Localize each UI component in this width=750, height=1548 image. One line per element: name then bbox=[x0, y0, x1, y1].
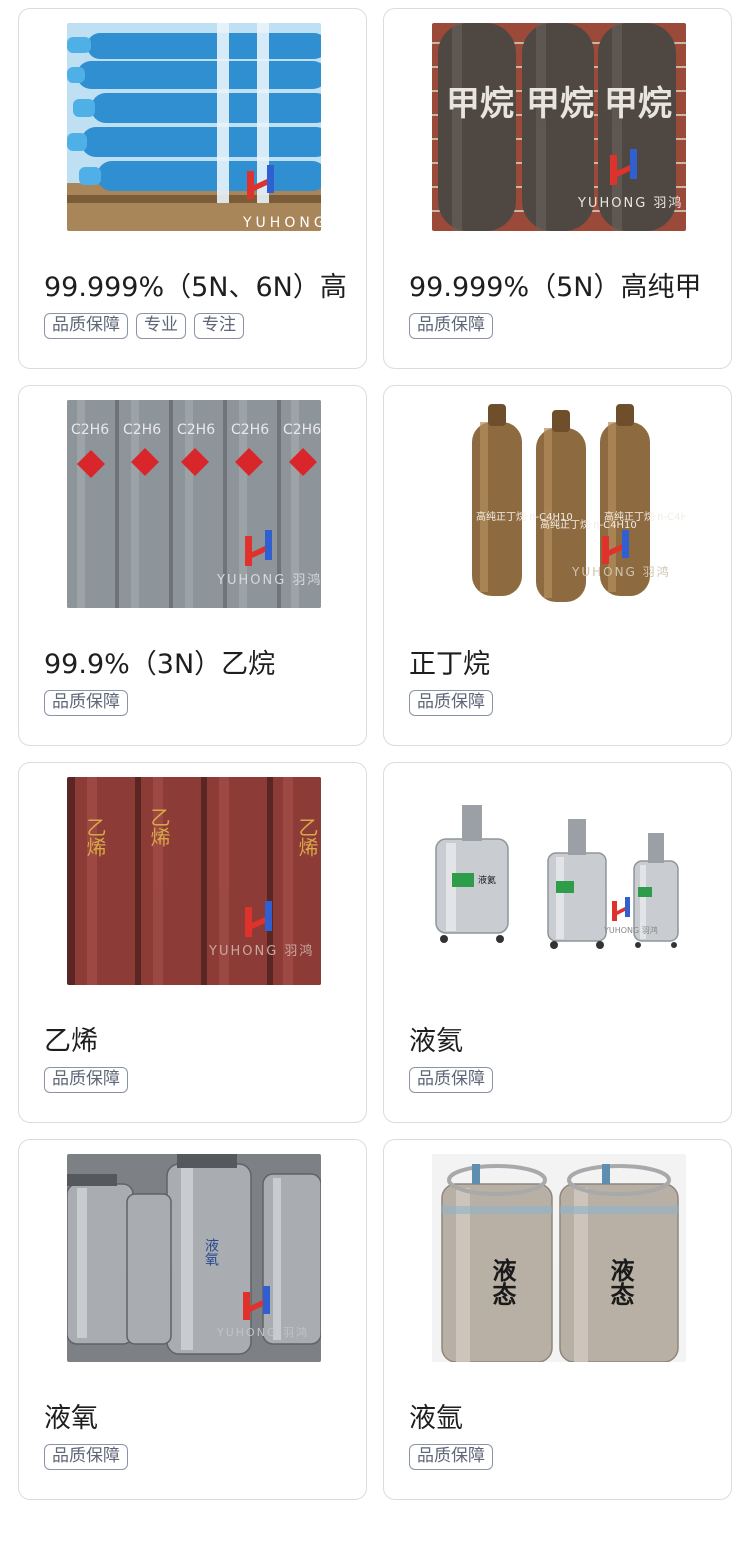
svg-text:甲烷: 甲烷 bbox=[604, 84, 672, 124]
quality-tag: 品质保障 bbox=[44, 313, 128, 339]
blue-cylinders-photo: YUHONG bbox=[67, 23, 321, 231]
butane-cylinders-photo: 高纯正丁烷 n-C4H10 高纯正丁烷 n-C4H10 高纯正丁烷 n-C4H1… bbox=[432, 400, 686, 608]
product-title: 99.999%（5N）高纯甲 bbox=[409, 272, 702, 303]
product-card[interactable]: 液氦 YUHONG 羽鸿 液氦 品质保障 bbox=[383, 762, 732, 1123]
quality-tag: 品质保障 bbox=[409, 1444, 493, 1470]
product-tags: 品质保障 bbox=[44, 690, 128, 716]
quality-tag: 品质保障 bbox=[409, 690, 493, 716]
svg-text:YUHONG: YUHONG bbox=[242, 215, 321, 231]
svg-text:YUHONG 羽鸿: YUHONG 羽鸿 bbox=[208, 943, 314, 959]
product-grid: YUHONG 99.999%（5N、6N）高 品质保障 专业 专注 甲烷 甲烷 … bbox=[18, 8, 732, 1500]
product-tags: 品质保障 bbox=[409, 313, 493, 339]
product-title: 液氩 bbox=[409, 1403, 463, 1434]
product-title: 99.999%（5N、6N）高 bbox=[44, 272, 346, 303]
product-tags: 品质保障 bbox=[409, 690, 493, 716]
svg-text:乙烯: 乙烯 bbox=[295, 817, 319, 857]
product-image: 乙烯 乙烯 乙烯 YUHONG 羽鸿 bbox=[67, 777, 321, 985]
svg-text:YUHONG 羽鸿: YUHONG 羽鸿 bbox=[577, 195, 683, 211]
svg-text:乙烯: 乙烯 bbox=[83, 817, 107, 857]
svg-text:甲烷: 甲烷 bbox=[526, 84, 594, 124]
svg-text:YUHONG 羽鸿: YUHONG 羽鸿 bbox=[216, 572, 321, 588]
svg-text:C2H6: C2H6 bbox=[177, 422, 215, 438]
quality-tag: 品质保障 bbox=[44, 1067, 128, 1093]
product-tags: 品质保障 bbox=[409, 1067, 493, 1093]
quality-tag: 品质保障 bbox=[409, 1067, 493, 1093]
svg-text:液氧: 液氧 bbox=[203, 1238, 219, 1266]
professional-tag: 专业 bbox=[136, 313, 186, 339]
ethane-cylinders-photo: C2H6 C2H6 C2H6 C2H6 C2H6 YUHONG 羽鸿 bbox=[67, 400, 321, 608]
svg-text:C2H6: C2H6 bbox=[71, 422, 109, 438]
product-title: 液氧 bbox=[44, 1403, 98, 1434]
product-card[interactable]: C2H6 C2H6 C2H6 C2H6 C2H6 YUHONG 羽鸿 99.9%… bbox=[18, 385, 367, 746]
quality-tag: 品质保障 bbox=[409, 313, 493, 339]
product-tags: 品质保障 bbox=[409, 1444, 493, 1470]
product-tags: 品质保障 bbox=[44, 1067, 128, 1093]
product-title: 99.9%（3N）乙烷 bbox=[44, 649, 276, 680]
svg-text:甲烷: 甲烷 bbox=[446, 84, 514, 124]
product-image: 高纯正丁烷 n-C4H10 高纯正丁烷 n-C4H10 高纯正丁烷 n-C4H1… bbox=[432, 400, 686, 608]
svg-text:C2H6: C2H6 bbox=[231, 422, 269, 438]
svg-text:YUHONG 羽鸿: YUHONG 羽鸿 bbox=[216, 1325, 309, 1339]
product-card[interactable]: YUHONG 99.999%（5N、6N）高 品质保障 专业 专注 bbox=[18, 8, 367, 369]
svg-text:C2H6: C2H6 bbox=[123, 422, 161, 438]
product-image: 液氦 YUHONG 羽鸿 bbox=[432, 777, 686, 985]
svg-text:C2H6: C2H6 bbox=[283, 422, 321, 438]
product-title: 正丁烷 bbox=[409, 649, 490, 680]
helium-dewars-photo: 液氦 YUHONG 羽鸿 bbox=[432, 777, 686, 985]
product-tags: 品质保障 专业 专注 bbox=[44, 313, 244, 339]
product-tags: 品质保障 bbox=[44, 1444, 128, 1470]
svg-text:液态: 液态 bbox=[606, 1257, 634, 1306]
product-card[interactable]: 液态 液态 液氩 品质保障 bbox=[383, 1139, 732, 1500]
svg-text:乙烯: 乙烯 bbox=[147, 807, 171, 847]
product-image: 液氧 YUHONG 羽鸿 bbox=[67, 1154, 321, 1362]
svg-text:YUHONG 羽鸿: YUHONG 羽鸿 bbox=[571, 565, 671, 579]
product-image: C2H6 C2H6 C2H6 C2H6 C2H6 YUHONG 羽鸿 bbox=[67, 400, 321, 608]
product-card[interactable]: 高纯正丁烷 n-C4H10 高纯正丁烷 n-C4H10 高纯正丁烷 n-C4H1… bbox=[383, 385, 732, 746]
svg-text:高纯正丁烷 n-C4H10: 高纯正丁烷 n-C4H10 bbox=[604, 510, 686, 523]
svg-text:液态: 液态 bbox=[488, 1257, 516, 1306]
product-image: 液态 液态 bbox=[432, 1154, 686, 1362]
methane-cylinders-photo: 甲烷 甲烷 甲烷 YUHONG 羽鸿 bbox=[432, 23, 686, 231]
ethylene-cylinders-photo: 乙烯 乙烯 乙烯 YUHONG 羽鸿 bbox=[67, 777, 321, 985]
argon-dewars-photo: 液态 液态 bbox=[432, 1154, 686, 1362]
product-card[interactable]: 液氧 YUHONG 羽鸿 液氧 品质保障 bbox=[18, 1139, 367, 1500]
product-image: YUHONG bbox=[67, 23, 321, 231]
product-card[interactable]: 乙烯 乙烯 乙烯 YUHONG 羽鸿 乙烯 品质保障 bbox=[18, 762, 367, 1123]
quality-tag: 品质保障 bbox=[44, 1444, 128, 1470]
focus-tag: 专注 bbox=[194, 313, 244, 339]
oxygen-dewars-photo: 液氧 YUHONG 羽鸿 bbox=[67, 1154, 321, 1362]
product-title: 液氦 bbox=[409, 1026, 463, 1057]
svg-text:液氦: 液氦 bbox=[478, 874, 496, 886]
product-image: 甲烷 甲烷 甲烷 YUHONG 羽鸿 bbox=[432, 23, 686, 231]
product-title: 乙烯 bbox=[44, 1026, 98, 1057]
product-card[interactable]: 甲烷 甲烷 甲烷 YUHONG 羽鸿 99.999%（5N）高纯甲 品质保障 bbox=[383, 8, 732, 369]
svg-text:YUHONG 羽鸿: YUHONG 羽鸿 bbox=[603, 925, 658, 935]
quality-tag: 品质保障 bbox=[44, 690, 128, 716]
